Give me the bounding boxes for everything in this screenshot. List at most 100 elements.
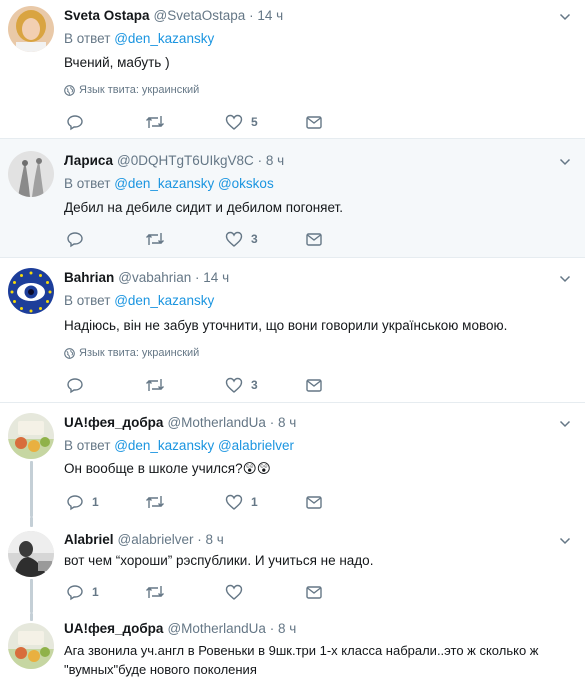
heart-icon xyxy=(225,494,243,510)
chevron-down-icon[interactable] xyxy=(559,534,571,546)
chevron-down-icon[interactable] xyxy=(559,155,571,167)
timestamp[interactable]: 8 ч xyxy=(278,621,296,636)
retweet-icon xyxy=(146,116,164,128)
like-count: 3 xyxy=(251,378,258,392)
separator-dot: · xyxy=(257,153,263,168)
retweet-icon xyxy=(146,586,164,598)
tweet[interactable]: Bahrian @vabahrian · 14 ч В ответ @den_ka… xyxy=(0,258,585,403)
retweet-icon xyxy=(146,379,164,391)
tweet-text: Надіюсь, він не забув уточнити, що вони … xyxy=(64,318,508,333)
mention-link[interactable]: @den_kazansky xyxy=(114,31,214,46)
separator-dot: · xyxy=(269,621,275,636)
tweet-header: Bahrian @vabahrian · 14 ч xyxy=(64,270,229,286)
tweet-text: вот чем “хороши” рэспублики. И учиться н… xyxy=(64,553,374,568)
tweet[interactable]: Лариса @0DQHTgT6UIkgV8C · 8 ч В ответ @de… xyxy=(0,139,585,258)
envelope-icon xyxy=(306,116,322,129)
retweet-icon xyxy=(146,496,164,508)
reply-button[interactable] xyxy=(66,113,92,131)
reply-button[interactable] xyxy=(66,376,92,394)
envelope-icon xyxy=(306,233,322,246)
chevron-down-icon[interactable] xyxy=(559,417,571,429)
like-button[interactable]: 3 xyxy=(225,376,258,394)
tweet-header: Sveta Ostapa @SvetaOstapa · 14 ч xyxy=(64,8,283,24)
mention-link[interactable]: @den_kazansky xyxy=(114,438,214,453)
avatar[interactable] xyxy=(8,268,54,314)
mention-link[interactable]: @okskos xyxy=(218,176,274,191)
display-name[interactable]: UA!фея_добра xyxy=(64,621,163,636)
tweet-text: Ага звонила уч.англ в Ровеньки в 9шк.три… xyxy=(64,643,539,658)
avatar[interactable] xyxy=(8,531,54,577)
message-button[interactable] xyxy=(305,583,323,601)
tweet[interactable]: UA!фея_добра @MotherlandUa · 8 ч В ответ … xyxy=(0,403,585,517)
language-label: Язык твита: украинский xyxy=(79,347,200,359)
message-button[interactable] xyxy=(305,113,323,131)
timestamp[interactable]: 14 ч xyxy=(203,270,229,285)
username[interactable]: @vabahrian xyxy=(118,270,191,285)
reply-icon xyxy=(67,378,83,394)
separator-dot: · xyxy=(249,8,254,23)
envelope-icon xyxy=(306,586,322,599)
avatar[interactable] xyxy=(8,413,54,459)
tweet[interactable]: Alabriel @alabrielver · 8 ч вот чем “хоро… xyxy=(0,517,585,613)
reply-context: В ответ @den_kazansky @alabrielver xyxy=(64,438,294,454)
display-name[interactable]: Лариса xyxy=(64,153,113,168)
like-button[interactable]: 1 xyxy=(225,493,258,511)
tweet[interactable]: UA!фея_добра @MotherlandUa · 8 ч Ага звон… xyxy=(0,613,585,694)
retweet-button[interactable] xyxy=(145,583,173,601)
display-name[interactable]: UA!фея_добра xyxy=(64,415,163,430)
tweet-text: Он вообще в школе учился?😲😲 xyxy=(64,461,271,476)
display-name[interactable]: Sveta Ostapa xyxy=(64,8,150,23)
avatar[interactable] xyxy=(8,6,54,52)
username[interactable]: @0DQHTgT6UIkgV8C xyxy=(117,153,254,168)
avatar[interactable] xyxy=(8,623,54,669)
message-button[interactable] xyxy=(305,493,323,511)
like-count: 3 xyxy=(251,232,258,246)
mention-link[interactable]: @den_kazansky xyxy=(114,293,214,308)
heart-icon xyxy=(225,231,243,247)
reply-icon xyxy=(67,232,83,248)
retweet-button[interactable] xyxy=(145,493,173,511)
timestamp[interactable]: 8 ч xyxy=(278,415,296,430)
avatar[interactable] xyxy=(8,151,54,197)
retweet-button[interactable] xyxy=(145,376,173,394)
reply-count: 1 xyxy=(92,585,99,599)
tweet[interactable]: Sveta Ostapa @SvetaOstapa · 14 ч В ответ … xyxy=(0,0,585,139)
display-name[interactable]: Alabriel xyxy=(64,532,114,547)
chevron-down-icon[interactable] xyxy=(559,272,571,284)
thread-line xyxy=(30,517,33,527)
message-button[interactable] xyxy=(305,230,323,248)
timestamp[interactable]: 14 ч xyxy=(257,8,283,23)
like-button[interactable] xyxy=(225,583,251,601)
retweet-button[interactable] xyxy=(145,230,173,248)
like-button[interactable]: 3 xyxy=(225,230,258,248)
reply-prefix: В ответ xyxy=(64,293,111,308)
tweet-header: Лариса @0DQHTgT6UIkgV8C · 8 ч xyxy=(64,153,284,169)
timestamp[interactable]: 8 ч xyxy=(266,153,284,168)
retweet-icon xyxy=(146,233,164,245)
username[interactable]: @MotherlandUa xyxy=(167,621,266,636)
like-button[interactable]: 5 xyxy=(225,113,258,131)
envelope-icon xyxy=(306,496,322,509)
reply-prefix: В ответ xyxy=(64,31,111,46)
reply-button[interactable]: 1 xyxy=(66,583,99,601)
username[interactable]: @MotherlandUa xyxy=(167,415,266,430)
tweet-text: Вчений, мабуть ) xyxy=(64,55,170,70)
reply-prefix: В ответ xyxy=(64,438,111,453)
message-button[interactable] xyxy=(305,376,323,394)
tweet-header: UA!фея_добра @MotherlandUa · 8 ч xyxy=(64,415,296,431)
globe-icon xyxy=(64,347,75,359)
retweet-button[interactable] xyxy=(145,113,173,131)
mention-link[interactable]: @den_kazansky xyxy=(114,176,214,191)
reply-context: В ответ @den_kazansky xyxy=(64,293,214,309)
mention-link[interactable]: @alabrielver xyxy=(218,438,294,453)
reply-icon xyxy=(67,115,83,131)
display-name[interactable]: Bahrian xyxy=(64,270,114,285)
username[interactable]: @SvetaOstapa xyxy=(154,8,246,23)
reply-icon xyxy=(67,495,83,511)
timestamp[interactable]: 8 ч xyxy=(206,532,224,547)
reply-button[interactable]: 1 xyxy=(66,493,99,511)
chevron-down-icon[interactable] xyxy=(559,10,571,22)
like-count: 1 xyxy=(251,495,258,509)
reply-button[interactable] xyxy=(66,230,92,248)
username[interactable]: @alabrielver xyxy=(118,532,194,547)
